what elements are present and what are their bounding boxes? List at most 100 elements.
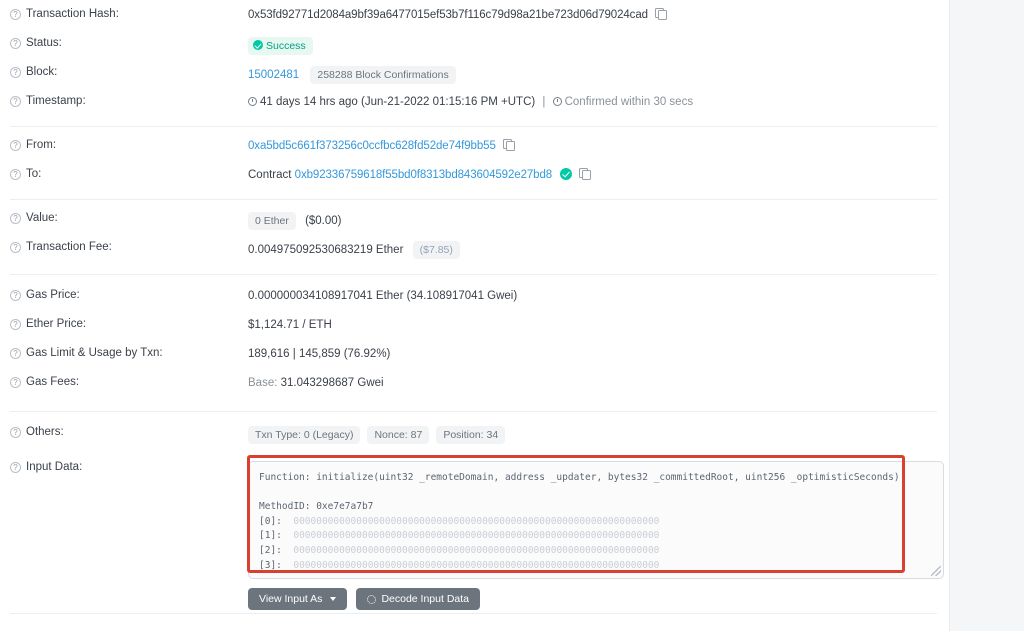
help-icon[interactable]: ? (10, 169, 21, 180)
fee-usd-badge: ($7.85) (412, 241, 460, 260)
textarea-resize-handle[interactable] (931, 566, 941, 576)
row-gas-price: ? Gas Price: 0.000000034108917041 Ether … (0, 281, 949, 310)
nonce-badge: Nonce: 87 (367, 426, 430, 445)
position-badge: Position: 34 (436, 426, 506, 445)
label-text: Timestamp: (26, 95, 86, 107)
row-ether-price: ? Ether Price: $1,124.71 / ETH (0, 310, 949, 339)
label-text: Transaction Hash: (26, 8, 119, 20)
param-index: [3]: (259, 559, 282, 571)
label-text: From: (26, 139, 57, 151)
status-text: Success (266, 40, 306, 52)
value-gas-price: 0.000000034108917041 Ether (34.108917041… (248, 290, 518, 302)
row-input-data: ? Input Data: Function: initialize(uint3… (0, 453, 949, 610)
input-data-button-row: View Input As Decode Input Data (248, 579, 944, 610)
help-icon[interactable]: ? (10, 462, 21, 473)
help-icon[interactable]: ? (10, 38, 21, 49)
gas-fees-base: 31.043298687 Gwei (280, 377, 384, 389)
label-value: ? Value: (10, 204, 248, 224)
input-data-textarea[interactable]: Function: initialize(uint32 _remoteDomai… (248, 461, 944, 579)
verified-contract-icon (560, 168, 573, 180)
transaction-hash-value: 0x53fd92771d2084a9bf39a6477015ef53b7f116… (248, 9, 648, 21)
label-text: Gas Limit & Usage by Txn: (26, 347, 163, 359)
row-transaction-hash: ? Transaction Hash: 0x53fd92771d2084a9bf… (0, 0, 949, 29)
row-from: ? From: 0xa5bd5c661f373256c0ccfbc628fd52… (0, 131, 949, 160)
help-icon[interactable]: ? (10, 427, 21, 438)
label-block: ? Block: (10, 58, 248, 78)
block-confirmations-badge: 258288 Block Confirmations (310, 66, 456, 85)
row-timestamp: ? Timestamp: 41 days 14 hrs ago (Jun-21-… (0, 87, 949, 116)
section-divider (10, 411, 937, 412)
value-from: 0xa5bd5c661f373256c0ccfbc628fd52de74f9bb… (248, 131, 937, 155)
label-text: Transaction Fee: (26, 241, 112, 253)
label-text: Gas Price: (26, 289, 80, 301)
row-gas-limit: ? Gas Limit & Usage by Txn: 189,616 | 14… (0, 339, 949, 368)
help-icon[interactable]: ? (10, 348, 21, 359)
clock-icon (552, 97, 562, 106)
confirmed-within-text: Confirmed within 30 secs (564, 96, 694, 108)
value-others: Txn Type: 0 (Legacy) Nonce: 87 Position:… (248, 418, 937, 445)
value-timestamp: 41 days 14 hrs ago (Jun-21-2022 01:15:16… (248, 87, 937, 111)
label-transaction-hash: ? Transaction Hash: (10, 0, 248, 20)
value-usd: ($0.00) (305, 215, 342, 227)
label-text: Input Data: (26, 461, 83, 473)
section-divider (10, 274, 937, 275)
copy-icon[interactable] (502, 139, 515, 151)
section-divider (10, 199, 937, 200)
decode-input-data-button[interactable]: Decode Input Data (356, 588, 480, 610)
label-timestamp: ? Timestamp: (10, 87, 248, 107)
block-number-link[interactable]: 15002481 (248, 69, 299, 81)
copy-icon[interactable] (579, 168, 592, 180)
param-index: [1]: (259, 530, 282, 542)
check-circle-icon (253, 40, 263, 50)
value-status: Success (248, 29, 937, 56)
view-input-as-button[interactable]: View Input As (248, 588, 348, 610)
label-text: Gas Fees: (26, 376, 80, 388)
label-from: ? From: (10, 131, 248, 151)
help-icon[interactable]: ? (10, 242, 21, 253)
help-icon[interactable]: ? (10, 140, 21, 151)
status-badge: Success (248, 37, 313, 56)
help-icon[interactable]: ? (10, 319, 21, 330)
label-text: Others: (26, 426, 64, 438)
clock-icon (248, 97, 257, 106)
copy-icon[interactable] (655, 8, 668, 20)
value-input-data: Function: initialize(uint32 _remoteDomai… (248, 453, 944, 610)
label-gas-fees: ? Gas Fees: (10, 368, 248, 388)
to-contract-address-link[interactable]: 0xb92336759618f55bd0f8313bd843604592e27b… (295, 169, 552, 181)
gear-icon (367, 594, 377, 604)
row-gas-fees: ? Gas Fees: Base: 31.043298687 Gwei (0, 368, 949, 397)
row-transaction-fee: ? Transaction Fee: 0.004975092530683219 … (0, 233, 949, 262)
transaction-details-card: ? Transaction Hash: 0x53fd92771d2084a9bf… (0, 0, 950, 631)
help-icon[interactable]: ? (10, 290, 21, 301)
param-hex-value: 0000000000000000000000000000000000000000… (293, 515, 660, 527)
label-gas-price: ? Gas Price: (10, 281, 248, 301)
label-text: To: (26, 168, 42, 180)
help-icon[interactable]: ? (10, 9, 21, 20)
value-transaction-fee: 0.004975092530683219 Ether ($7.85) (248, 233, 937, 260)
value-block: 15002481 258288 Block Confirmations (248, 58, 937, 85)
from-address-link[interactable]: 0xa5bd5c661f373256c0ccfbc628fd52de74f9bb… (248, 140, 496, 152)
contract-prefix: Contract (248, 169, 292, 181)
value-gas-fees: Base: 31.043298687 Gwei (248, 368, 937, 392)
param-hex-value: 0000000000000000000000000000000000000000… (293, 559, 660, 571)
param-index: [0]: (259, 515, 282, 527)
label-others: ? Others: (10, 418, 248, 438)
label-status: ? Status: (10, 29, 248, 49)
section-divider (10, 126, 937, 127)
help-icon[interactable]: ? (10, 377, 21, 388)
row-block: ? Block: 15002481 258288 Block Confirmat… (0, 58, 949, 87)
help-icon[interactable]: ? (10, 96, 21, 107)
input-data-function-line: Function: initialize(uint32 _remoteDomai… (259, 472, 900, 483)
value-transaction-hash: 0x53fd92771d2084a9bf39a6477015ef53b7f116… (248, 0, 937, 24)
input-data-method-id: MethodID: 0xe7e7a7b7 (259, 501, 374, 513)
help-icon[interactable]: ? (10, 67, 21, 78)
label-text: Value: (26, 212, 58, 224)
label-text: Block: (26, 66, 58, 78)
separator: | (542, 96, 546, 108)
label-ether-price: ? Ether Price: (10, 310, 248, 330)
fee-amount: 0.004975092530683219 Ether (248, 244, 404, 256)
chevron-down-icon (330, 597, 337, 601)
param-index: [2]: (259, 544, 282, 556)
help-icon[interactable]: ? (10, 213, 21, 224)
decode-input-data-label: Decode Input Data (381, 593, 469, 605)
